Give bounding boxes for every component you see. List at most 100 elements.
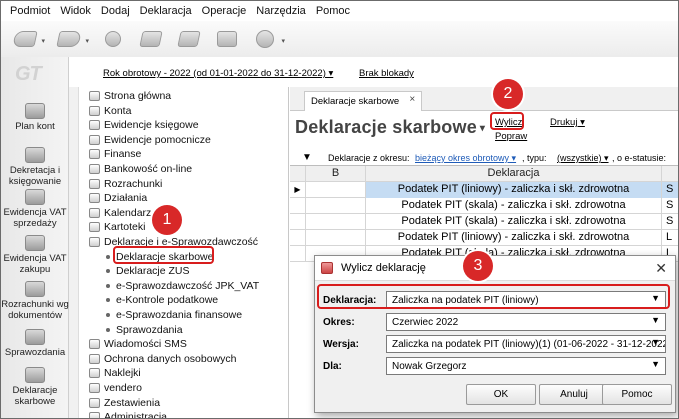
tree-item-label: Ewidencje pomocnicze [104, 133, 211, 146]
filter-status-label: , o e-statusie: [612, 153, 667, 163]
tree-item-wiadomosci-sms[interactable]: Wiadomości SMS [89, 337, 187, 351]
administracja-icon [89, 412, 100, 418]
filter-okres-value[interactable]: bieżący okres obrotowy ▾ [415, 153, 516, 164]
nav-dekretacja[interactable]: Dekretacja i księgowanie [1, 147, 69, 187]
tree-item-ochrona-danych-osobowych[interactable]: Ochrona danych osobowych [89, 352, 237, 366]
ewidencje-ksiegowe-icon [89, 120, 100, 131]
header-indicator [290, 166, 306, 182]
tree-item-e-kontrole-podatkowe[interactable]: e-Kontrole podatkowe [103, 293, 218, 307]
menu-deklaracja[interactable]: Deklaracja [135, 5, 197, 17]
lock-status-link[interactable]: Brak blokady [359, 68, 414, 79]
tree-item-label: Rozrachunki [104, 177, 163, 190]
printer-icon[interactable] [213, 26, 241, 52]
tree-item-label: e-Sprawozdawczość JPK_VAT [116, 279, 260, 292]
tree-item-e-sprawozdawczosc-jpk-vat[interactable]: e-Sprawozdawczość JPK_VAT [103, 279, 259, 293]
tree-item-kartoteki[interactable]: Kartoteki [89, 220, 145, 234]
dla-select[interactable]: Nowak Grzegorz ▼ [386, 357, 666, 375]
tree-item-label: Kartoteki [104, 221, 146, 234]
menu-operacje[interactable]: Operacje [197, 5, 252, 17]
nav-label: Plan kont [15, 121, 55, 132]
highlight-wylicz [490, 112, 524, 130]
coins-icon[interactable] [99, 26, 127, 52]
tree-item-administracja[interactable]: Administracja [89, 410, 167, 418]
wylicz-dialog: Wylicz deklarację ✕ Deklaracja: Zaliczka… [314, 255, 676, 413]
column-deklaracja-header[interactable]: Deklaracja [366, 166, 662, 182]
menu-dodaj[interactable]: Dodaj [96, 5, 135, 17]
kalendarz-icon [89, 207, 100, 218]
filter-bar: ▼ Deklaracje z okresu: bieżący okres obr… [290, 149, 678, 165]
cancel-button[interactable]: Anuluj [539, 384, 609, 405]
nav-rozrachunki[interactable]: Rozrachunki wg dokumentów [1, 281, 69, 321]
tree-item-deklaracje-zus[interactable]: Deklaracje ZUS [103, 264, 190, 278]
page-title[interactable]: Deklaracje skarbowe ▾ [295, 117, 485, 138]
help-icon[interactable]: ▾ [251, 26, 285, 52]
dialog-titlebar: Wylicz deklarację ✕ [315, 256, 675, 280]
table-row[interactable]: ▶ Podatek PIT (liniowy) - zaliczka i skł.… [290, 182, 678, 198]
bullet-icon [106, 327, 110, 332]
info-bar: Rok obrotowy - 2022 (od 01-01-2022 do 31… [69, 57, 678, 87]
table-row[interactable]: Podatek PIT (skala) - zaliczka i skł. zd… [290, 198, 678, 214]
row-pointer-icon: ▶ [290, 182, 306, 198]
close-icon[interactable]: × [409, 94, 415, 105]
tree-item-dzialania[interactable]: Działania [89, 191, 147, 205]
tree-item-rozrachunki[interactable]: Rozrachunki [89, 177, 162, 191]
bullet-icon [106, 298, 110, 303]
table-row[interactable]: Podatek PIT (skala) - zaliczka i skł. zd… [290, 214, 678, 230]
step-badge-1: 1 [152, 205, 182, 235]
nav-sprawozdania[interactable]: Sprawozdania [1, 329, 69, 358]
field-okres: Okres: Czerwiec 2022 ▼ [323, 313, 669, 333]
cell-b [306, 182, 366, 198]
menu-widok[interactable]: Widok [55, 5, 96, 17]
nav-label: Deklaracje skarbowe [12, 385, 58, 407]
bookmarks-icon[interactable] [175, 26, 203, 52]
tree-item-e-sprawozdania-finansowe[interactable]: e-Sprawozdania finansowe [103, 308, 242, 322]
wersja-select[interactable]: Zaliczka na podatek PIT (liniowy)(1) (01… [386, 335, 666, 353]
tree-item-konta[interactable]: Konta [89, 104, 131, 118]
okres-select[interactable]: Czerwiec 2022 ▼ [386, 313, 666, 331]
left-navigation: GT Plan kont Dekretacja i księgowanie Ew… [1, 57, 69, 418]
deklaracje-icon [25, 367, 45, 383]
menu-pomoc[interactable]: Pomoc [311, 5, 355, 17]
nav-back-icon[interactable]: ▾ [11, 26, 45, 52]
tree-item-ewidencje-ksiegowe[interactable]: Ewidencje księgowe [89, 118, 199, 132]
tree-item-label: Naklejki [104, 367, 141, 380]
tree-item-strona-glowna[interactable]: Strona główna [89, 89, 171, 103]
nav-vat-sprzedazy[interactable]: Ewidencja VAT sprzedaży [1, 189, 69, 229]
popraw-link[interactable]: Popraw [495, 131, 527, 142]
nav-plan-kont[interactable]: Plan kont [1, 103, 69, 132]
tree-item-sprawozdania[interactable]: Sprawozdania [103, 323, 183, 337]
konta-icon [89, 105, 100, 116]
table-row[interactable]: Podatek PIT (liniowy) - zaliczka i skł. … [290, 230, 678, 246]
nav-vat-zakupu[interactable]: Ewidencja VAT zakupu [1, 235, 69, 275]
tree-item-label: Kalendarz [104, 206, 152, 219]
chevron-down-icon: ▼ [651, 315, 660, 325]
tree-scrollbar[interactable] [69, 87, 79, 418]
tree-item-zestawienia[interactable]: Zestawienia [89, 396, 160, 410]
tree-item-kalendarz[interactable]: Kalendarz [89, 206, 151, 220]
tree-item-naklejki[interactable]: Naklejki [89, 366, 141, 380]
dialog-close-icon[interactable]: ✕ [655, 260, 667, 277]
tree-item-ewidencje-pomocnicze[interactable]: Ewidencje pomocnicze [89, 133, 211, 147]
collapse-icon[interactable]: ▼ [302, 152, 312, 163]
drukuj-menu[interactable]: Drukuj ▾ [550, 117, 585, 128]
tree-item-label: Ochrona danych osobowych [104, 352, 237, 365]
nav-label: Sprawozdania [4, 347, 66, 358]
help-button[interactable]: Pomoc [602, 384, 672, 405]
tab-deklaracje-skarbowe[interactable]: Deklaracje skarbowe × [304, 91, 423, 111]
filter-typ-value[interactable]: (wszystkie) ▾ [557, 153, 609, 164]
step-badge-2: 2 [493, 79, 523, 109]
eraser-icon[interactable] [137, 26, 165, 52]
menu-podmiot[interactable]: Podmiot [5, 5, 55, 17]
strona-glowna-icon [89, 91, 100, 101]
nav-label: Dekretacja i księgowanie [8, 165, 62, 187]
tree-item-vendero[interactable]: vendero [89, 381, 142, 395]
nav-deklaracje-skarbowe[interactable]: Deklaracje skarbowe [1, 367, 69, 407]
column-b-header[interactable]: B [306, 166, 366, 182]
fiscal-year-selector[interactable]: Rok obrotowy - 2022 (od 01-01-2022 do 31… [103, 68, 333, 79]
tree-item-bankowosc-on-line[interactable]: Bankowość on-line [89, 162, 192, 176]
column-extra-header [662, 166, 678, 182]
tree-item-finanse[interactable]: Finanse [89, 147, 141, 161]
ok-button[interactable]: OK [466, 384, 536, 405]
menu-narzedzia[interactable]: Narzędzia [251, 5, 311, 17]
nav-forward-icon[interactable]: ▾ [55, 26, 89, 52]
